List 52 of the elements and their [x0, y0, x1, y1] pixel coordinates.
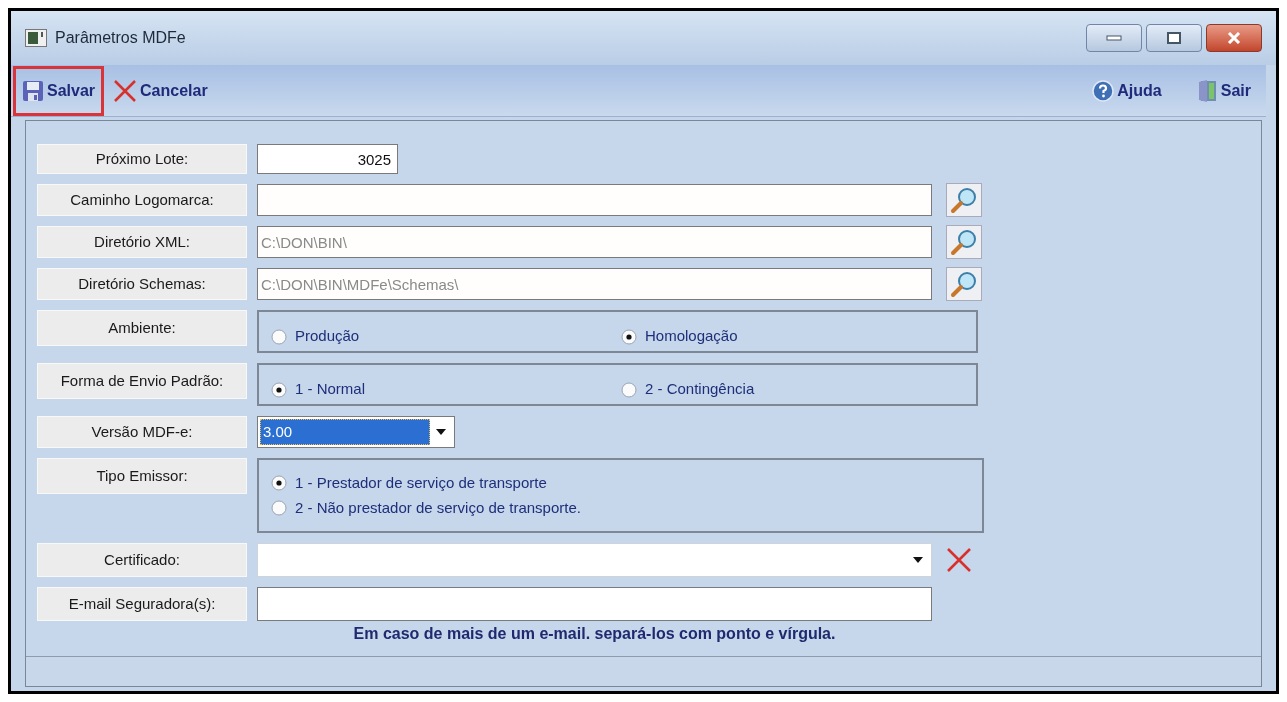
window-title: Parâmetros MDFe: [55, 28, 186, 48]
dropdown-arrow-icon: [436, 429, 446, 435]
number-field[interactable]: 3025: [257, 144, 398, 174]
maximize-button[interactable]: [1146, 24, 1202, 52]
radio-button[interactable]: [271, 475, 287, 492]
window-icon: [25, 29, 47, 47]
radio-option[interactable]: 1 - Normal: [271, 378, 621, 401]
help-icon: [1092, 79, 1115, 102]
radio-button[interactable]: [271, 328, 287, 345]
radio-button[interactable]: [621, 328, 637, 345]
door-icon: [1197, 78, 1218, 103]
field-label: Versão MDF-e:: [37, 416, 247, 448]
exit-button[interactable]: Sair: [1192, 65, 1256, 116]
radio-option[interactable]: 1 - Prestador de serviço de transporte: [271, 472, 982, 495]
field-label: Próximo Lote:: [37, 144, 247, 174]
save-button[interactable]: Salvar: [13, 65, 105, 116]
field-label: Diretório Schemas:: [37, 268, 247, 300]
field-label: Diretório XML:: [37, 226, 247, 258]
field-label: Tipo Emissor:: [37, 458, 247, 494]
path-field[interactable]: C:\DON\BIN\: [257, 226, 932, 258]
help-button[interactable]: Ajuda: [1087, 65, 1167, 116]
hint-text: Em caso de mais de um e-mail. separá-los com ponto e vírgula.: [353, 625, 836, 643]
radio-button[interactable]: [621, 381, 637, 398]
close-icon: [1227, 32, 1241, 44]
browse-button[interactable]: [946, 267, 982, 301]
field-label: E-mail Seguradora(s):: [37, 587, 247, 621]
radio-button[interactable]: [271, 499, 287, 516]
radio-option[interactable]: 2 - Contingência: [621, 378, 921, 401]
cross-icon: [113, 79, 138, 102]
browse-button[interactable]: [946, 183, 982, 217]
path-field[interactable]: [257, 184, 932, 216]
magnifier-icon: [950, 186, 978, 214]
radio-option[interactable]: Produção: [271, 325, 621, 348]
path-field[interactable]: C:\DON\BIN\MDFe\Schemas\: [257, 268, 932, 300]
cancel-button[interactable]: Cancelar: [108, 65, 213, 116]
close-button[interactable]: [1206, 24, 1262, 52]
radio-option[interactable]: Homologação: [621, 325, 921, 348]
radio-option[interactable]: 2 - Não prestador de serviço de transporte.: [271, 496, 982, 519]
field-label: Forma de Envio Padrão:: [37, 363, 247, 399]
dropdown-arrow-icon: [913, 557, 923, 563]
magnifier-icon: [950, 270, 978, 298]
browse-button[interactable]: [946, 225, 982, 259]
maximize-icon: [1167, 32, 1181, 44]
radio-button[interactable]: [271, 381, 287, 398]
cross-icon: [946, 548, 972, 572]
email-field[interactable]: [257, 587, 932, 621]
field-label: Ambiente:: [37, 310, 247, 346]
field-label: Certificado:: [37, 543, 247, 577]
version-dropdown[interactable]: 3.00: [257, 416, 455, 448]
minimize-icon: [1106, 35, 1122, 41]
field-label: Caminho Logomarca:: [37, 184, 247, 216]
magnifier-icon: [950, 228, 978, 256]
